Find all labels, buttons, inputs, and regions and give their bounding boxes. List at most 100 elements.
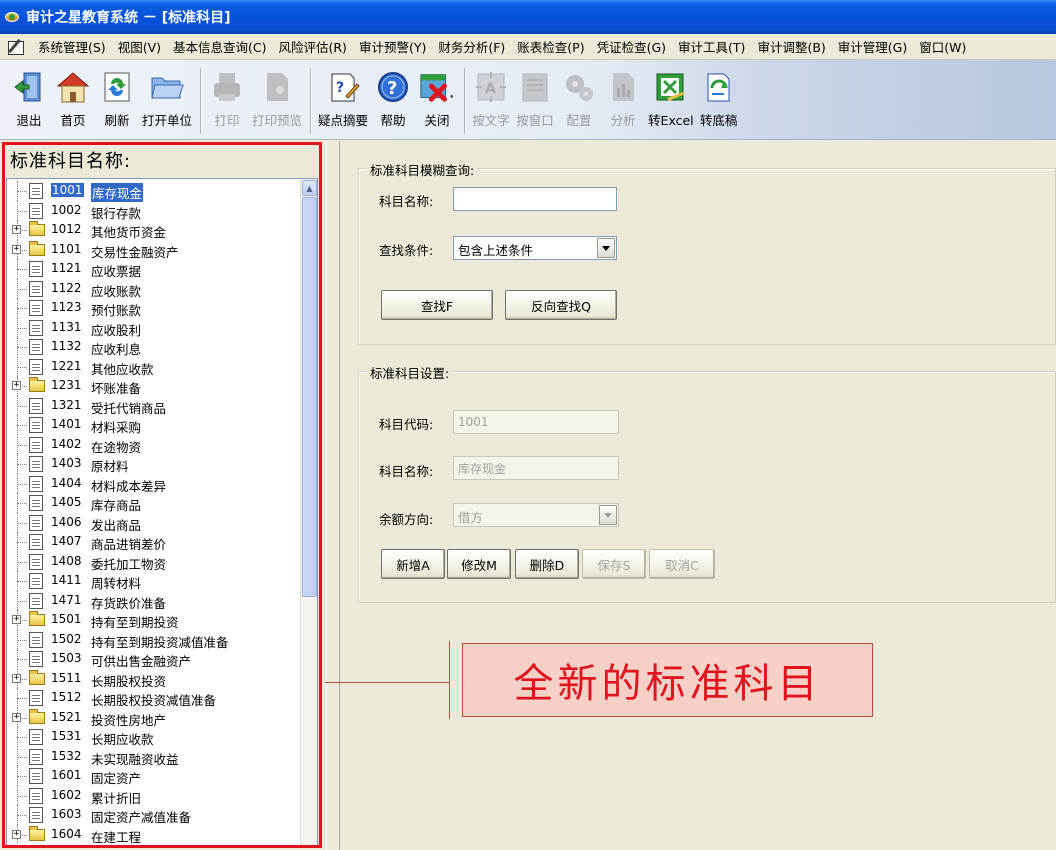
tree-line [17,522,27,524]
tree-node[interactable]: 1407 商品进销差价 [7,532,307,552]
subject-tree-title: 标准科目名称: [10,151,132,172]
document-icon [29,475,43,492]
to-draft-button[interactable]: 转底稿 [700,68,738,129]
menu-manage[interactable]: 审计管理(G) [832,37,913,56]
by-window-button[interactable]: 按窗口 [516,68,554,129]
cancel-button[interactable]: 取消C [649,549,715,579]
tree-node[interactable]: +1521 投资性房地产 [7,707,307,728]
callout-box: 全新的标准科目 [462,643,873,717]
save-button[interactable]: 保存S [582,549,646,579]
expand-plus-icon[interactable]: + [12,615,21,624]
tree-node[interactable]: 1603 固定资产减值准备 [7,805,307,825]
document-icon [29,514,43,531]
tree-node[interactable]: 1002 银行存款 [7,200,307,221]
tree-node[interactable]: 1121 应收票据 [7,259,307,279]
tree-node[interactable]: 1512 长期股权投资减值准备 [7,688,307,708]
search-name-input[interactable] [453,187,617,211]
tree-scrollbar[interactable]: ▲ [300,179,317,845]
dropdown-arrow-icon[interactable] [597,238,615,258]
menu-voucher[interactable]: 凭证检查(G) [591,37,672,56]
find-button[interactable]: 查找F [381,290,493,320]
tree-node-name: 材料成本差异 [91,478,167,494]
home-button[interactable]: 首页 [54,68,92,129]
tree-node[interactable]: 1601 固定资产 [7,766,307,786]
scroll-thumb[interactable] [302,197,317,597]
document-icon [29,729,43,745]
tree-node[interactable]: +1012 其他货币资金 [7,220,307,240]
expand-plus-icon[interactable]: + [12,673,21,683]
subject-tree[interactable]: 1001 库存现金 1002 银行存款 +1012 其他货币资金 +1101 交易性金融资产 1… [6,178,318,846]
menu-view[interactable]: 视图(V) [112,37,167,56]
exit-button[interactable]: 退出 [10,68,48,129]
search-condition-select[interactable]: 包含上述条件 [453,236,617,260]
tree-node-code: 1602 [51,787,82,802]
config-button[interactable]: 配置 [560,68,598,129]
document-icon [29,417,43,433]
delete-button[interactable]: 删除D [515,549,579,579]
to-excel-button[interactable]: 转Excel [648,68,694,129]
tree-node[interactable]: 1401 材料采购 [7,415,307,435]
doubt-summary-button[interactable]: ? 疑点摘要 [318,68,368,129]
reverse-find-button[interactable]: 反向查找Q [505,290,617,320]
direction-label: 余额方向: [379,512,434,527]
menu-basic-info[interactable]: 基本信息查询(C) [167,37,272,56]
tree-node-code: 1002 [51,202,82,217]
pen-paper-icon[interactable] [6,37,28,57]
menu-window[interactable]: 窗口(W) [913,37,972,56]
refresh-button[interactable]: 刷新 [98,68,136,129]
tree-node[interactable]: 1221 其他应收款 [7,356,307,377]
open-unit-button[interactable]: 打开单位 [142,68,192,129]
close-button[interactable]: 关闭 [418,68,456,129]
menu-financial[interactable]: 财务分析(F) [432,37,511,56]
menu-warning[interactable]: 审计预警(Y) [353,37,432,56]
expand-plus-icon[interactable]: + [12,381,21,390]
search-group-title: 标准科目模糊查询: [367,160,478,179]
help-button[interactable]: ? 帮助 [374,68,412,129]
menu-adjust[interactable]: 审计调整(B) [751,37,831,56]
expand-plus-icon[interactable]: + [12,829,21,839]
tree-node[interactable]: 1405 库存商品 [7,493,307,513]
print-preview-button[interactable]: 打印预览 [252,68,302,129]
tree-node[interactable]: 1411 周转材料 [7,571,307,591]
tree-node[interactable]: 1122 应收账款 [7,278,307,299]
tree-node[interactable]: 1602 累计折旧 [7,785,307,806]
tree-node-code: 1407 [51,534,82,548]
tree-node-name: 库存现金 [91,183,144,202]
tree-node[interactable]: 1131 应收股利 [7,317,307,338]
tree-node[interactable]: 1123 预付账款 [7,298,307,318]
expand-plus-icon[interactable]: + [12,712,21,722]
tree-node[interactable]: 1532 未实现融资收益 [7,746,307,767]
tree-node-name: 固定资产 [91,771,142,786]
tree-node[interactable]: 1403 原材料 [7,454,307,474]
by-text-button[interactable]: A 按文字 [472,68,510,129]
tree-node[interactable]: 1471 存货跌价准备 [7,590,307,611]
tree-node[interactable]: 1001 库存现金 [7,181,307,202]
tree-node[interactable]: 1503 可供出售金融资产 [7,649,307,669]
print-button[interactable]: 打印 [208,68,246,129]
tree-node[interactable]: 1404 材料成本差异 [7,473,307,494]
menu-system[interactable]: 系统管理(S) [32,37,112,56]
tree-node[interactable]: 1402 在途物资 [7,434,307,455]
tree-node[interactable]: +1501 持有至到期投资 [7,610,307,630]
analyze-button[interactable]: 分析 [604,68,642,129]
tree-node[interactable]: +1511 长期股权投资 [7,668,307,689]
expand-plus-icon[interactable]: + [12,244,21,254]
menu-tools[interactable]: 审计工具(T) [672,37,751,56]
scroll-up-icon[interactable]: ▲ [302,180,317,196]
tree-node[interactable]: 1531 长期应收款 [7,727,307,747]
tree-node[interactable]: 1408 委托加工物资 [7,551,307,572]
menu-risk[interactable]: 风险评估(R) [273,37,353,56]
tree-node[interactable]: 1406 发出商品 [7,512,307,533]
modify-button[interactable]: 修改M [447,549,511,579]
tree-node[interactable]: 1132 应收利息 [7,337,307,357]
tree-node[interactable]: 1321 受托代销商品 [7,395,307,416]
tree-node[interactable]: +1231 坏账准备 [7,376,307,396]
expand-plus-icon[interactable]: + [12,225,21,234]
document-icon [29,319,43,336]
tree-node[interactable]: 1502 持有至到期投资减值准备 [7,629,307,650]
menu-ledger[interactable]: 账表检查(P) [511,37,590,56]
tree-node[interactable]: +1101 交易性金融资产 [7,239,307,260]
tree-node[interactable]: +1604 在建工程 [7,824,307,845]
add-button[interactable]: 新增A [381,549,445,579]
panel-splitter[interactable] [326,141,340,850]
